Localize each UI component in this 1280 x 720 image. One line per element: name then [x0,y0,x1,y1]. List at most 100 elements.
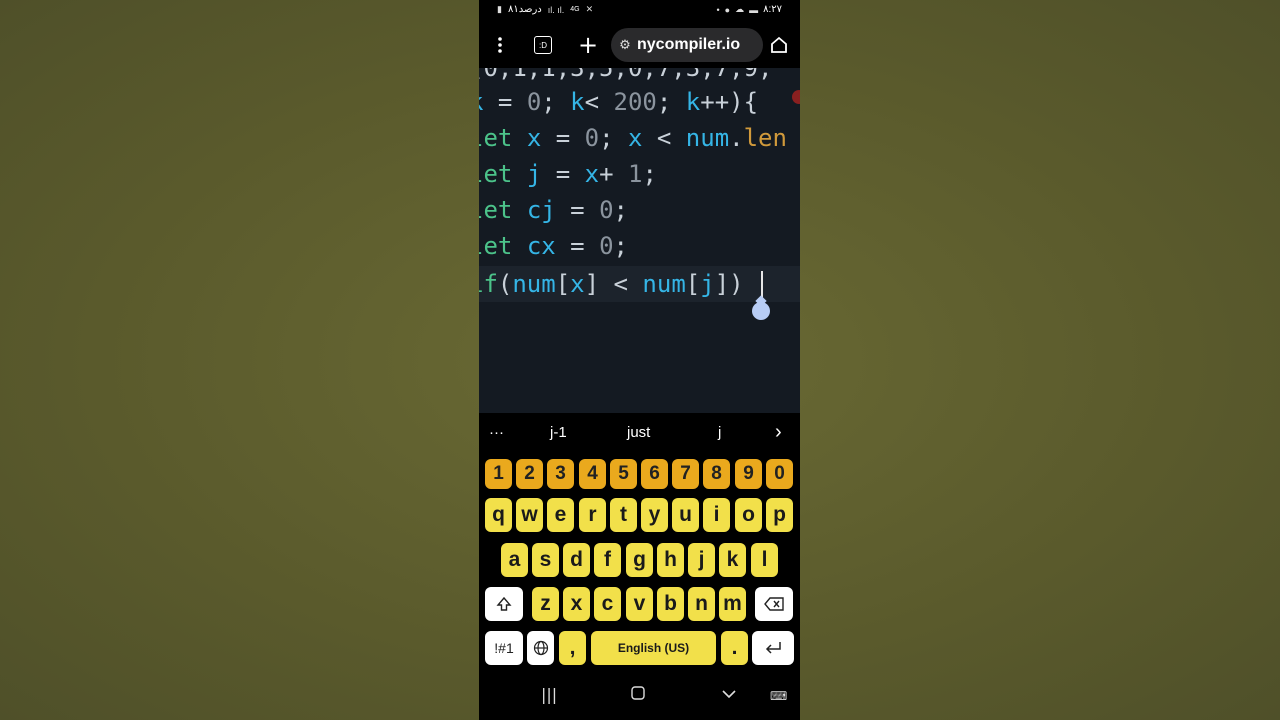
globe-icon [533,640,548,656]
key-a[interactable]: a [501,543,528,577]
mute-icon: ✕ [585,4,594,14]
code-token: + [599,160,628,188]
code-token: 0 [584,124,600,152]
comma-key[interactable]: , [559,631,586,665]
enter-key[interactable] [752,631,794,665]
site-settings-icon[interactable]: ⚙ [611,38,639,53]
symbols-key[interactable]: !#1 [485,631,523,665]
code-line: let x = 0; x < num.len [479,120,787,156]
key-h[interactable]: h [657,543,684,577]
new-tab-icon[interactable]: + [573,30,603,60]
key-3[interactable]: 3 [547,459,574,489]
cursor-handle[interactable] [752,302,770,320]
key-k[interactable]: k [719,543,746,577]
space-key[interactable]: English (US) [591,631,716,665]
code-token: len [743,124,787,152]
code-token: ( [497,270,513,298]
keyboard: 1 2 3 4 5 6 7 8 9 0 q w e r t y u i o p … [479,455,800,675]
code-line: let cj = 0; [479,192,628,228]
key-o[interactable]: o [735,498,762,532]
shift-icon [496,596,512,611]
code-token: x [570,270,585,298]
phone-screen: ▮ ۸۱درصد ıl. ıl. 4G ✕ • ● ☁ ▬ ۸:۲۷ :D + … [479,0,800,720]
status-bar: ▮ ۸۱درصد ıl. ıl. 4G ✕ • ● ☁ ▬ ۸:۲۷ [479,0,800,22]
breakpoint-marker[interactable] [792,90,800,104]
key-8[interactable]: 8 [703,459,730,489]
key-d[interactable]: d [563,543,590,577]
key-7[interactable]: 7 [672,459,699,489]
code-token: < [584,88,614,116]
key-w[interactable]: w [516,498,543,532]
code-token: let [479,124,513,152]
key-x[interactable]: x [563,587,590,621]
key-s[interactable]: s [532,543,559,577]
key-1[interactable]: 1 [485,459,512,489]
code-line: let j = x+ 1; [479,156,657,192]
backspace-key[interactable] [755,587,793,621]
key-n[interactable]: n [688,587,715,621]
code-token: ; [656,88,686,116]
more-menu-icon[interactable] [485,30,515,60]
tabs-button[interactable]: :D [528,30,558,60]
hide-keyboard-icon[interactable] [721,685,737,704]
key-2[interactable]: 2 [516,459,543,489]
key-5[interactable]: 5 [610,459,637,489]
suggestion-item[interactable]: j [718,424,721,441]
code-token: [ [555,270,571,298]
code-token: let [479,160,513,188]
code-token: cx [526,232,556,260]
key-0[interactable]: 0 [766,459,793,489]
shift-key[interactable] [485,587,523,621]
key-p[interactable]: p [766,498,793,532]
key-e[interactable]: e [547,498,574,532]
key-u[interactable]: u [672,498,699,532]
key-f[interactable]: f [594,543,621,577]
keyboard-switch-icon[interactable]: ⌨ [770,689,787,703]
key-6[interactable]: 6 [641,459,668,489]
key-m[interactable]: m [719,587,746,621]
key-i[interactable]: i [703,498,730,532]
key-r[interactable]: r [579,498,606,532]
backspace-icon [764,597,784,611]
code-token: ; [642,160,657,188]
key-4[interactable]: 4 [579,459,606,489]
home-nav-icon[interactable] [631,685,645,704]
key-q[interactable]: q [485,498,512,532]
network-label: 4G [570,6,580,13]
code-token: . [729,124,744,152]
key-l[interactable]: l [751,543,778,577]
period-key[interactable]: . [721,631,748,665]
language-key[interactable] [527,631,554,665]
code-token: ++){ [700,88,759,116]
key-9[interactable]: 9 [735,459,762,489]
chevron-right-icon[interactable]: › [775,421,782,444]
key-z[interactable]: z [532,587,559,621]
key-y[interactable]: y [641,498,668,532]
recents-icon[interactable]: ||| [541,685,557,704]
code-editor[interactable]: [0,1,1,3,5,0,7,3,7,9, k = 0; k< 200; k++… [479,68,800,413]
address-bar[interactable]: ⚙ nycompiler.io [611,28,763,62]
tabs-count: :D [534,36,552,54]
key-g[interactable]: g [626,543,653,577]
key-v[interactable]: v [626,587,653,621]
key-t[interactable]: t [610,498,637,532]
code-token: ; [613,232,628,260]
code-token: k [685,88,701,116]
suggestion-item[interactable]: j-1 [550,424,567,441]
code-token: 1 [627,160,643,188]
system-nav-bar: ||| ⌨ [479,675,800,720]
more-options-icon[interactable]: ··· [489,424,504,441]
suggestion-item[interactable]: just [627,424,650,441]
key-b[interactable]: b [657,587,684,621]
battery-icon: ▮ [497,4,502,14]
key-c[interactable]: c [594,587,621,621]
code-token: x [584,160,600,188]
home-icon[interactable] [764,30,794,60]
code-line: if(num[x] < num[j]) [479,266,744,302]
code-token: if [479,270,498,298]
key-j[interactable]: j [688,543,715,577]
code-token: = [541,160,585,188]
code-token: [0,1,1,3,5,0,7,3,7,9, [479,68,773,82]
